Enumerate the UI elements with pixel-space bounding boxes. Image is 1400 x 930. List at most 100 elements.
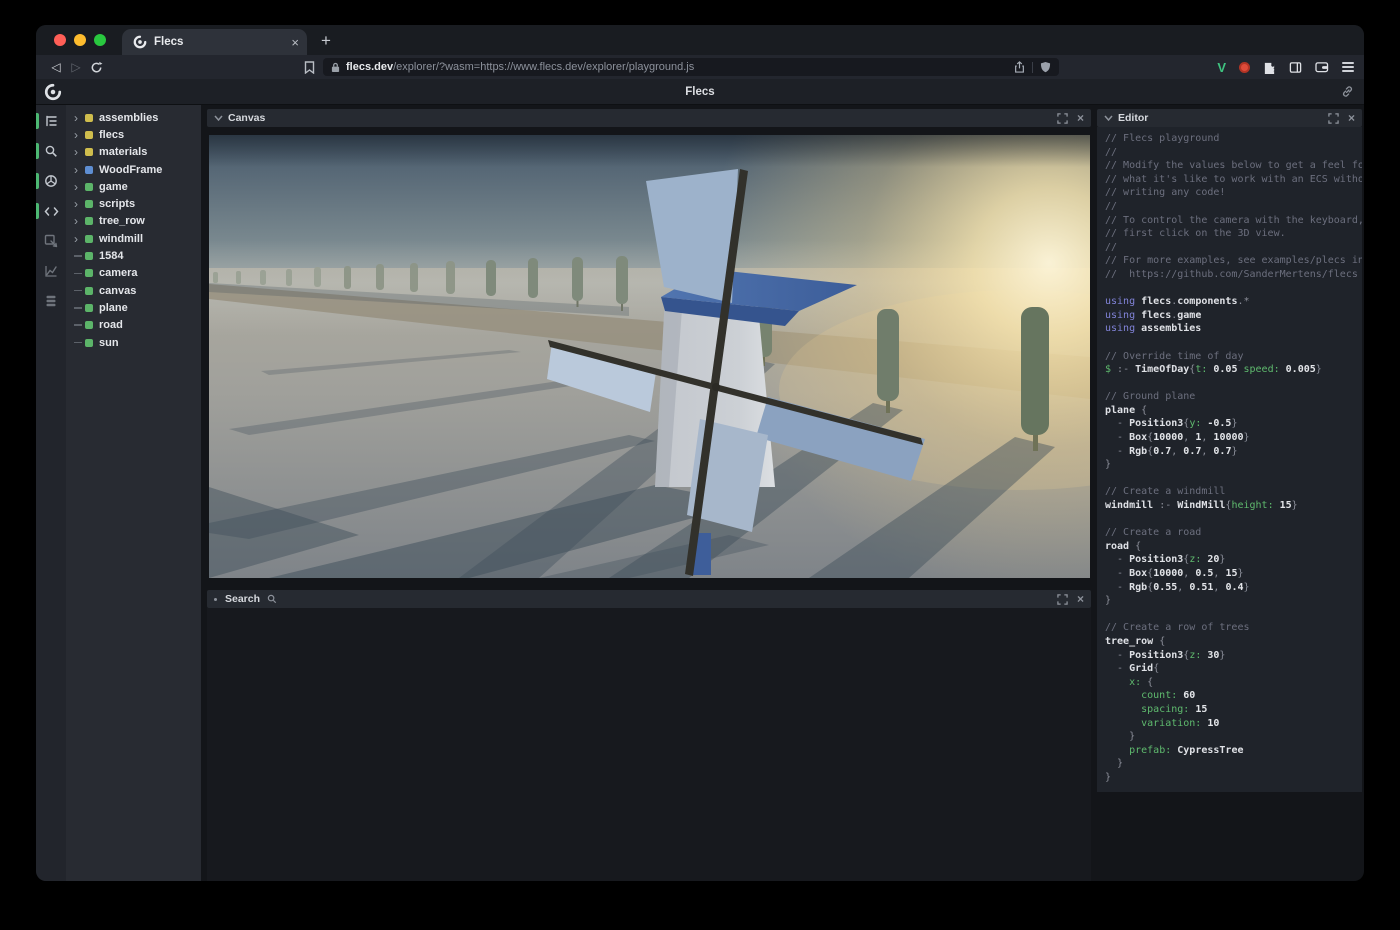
tree-item-windmill[interactable]: ›windmill [66,230,201,247]
close-icon[interactable]: × [1077,112,1084,124]
search-panel-header[interactable]: Search × [207,590,1091,608]
tab-close-icon[interactable]: × [291,36,299,49]
new-tab-button[interactable]: + [321,31,331,51]
code-line: count: 60 [1105,689,1362,703]
active-indicator [36,113,39,129]
tab-title: Flecs [154,36,284,48]
tree-outliner-icon[interactable] [36,110,66,132]
fullscreen-icon[interactable] [1328,113,1339,124]
tree-item-scripts[interactable]: ›scripts [66,195,201,212]
tree-item-label: road [99,319,123,331]
fullscreen-icon[interactable] [1057,594,1068,605]
canvas-3d-scene[interactable] [209,135,1090,578]
bookmark-icon[interactable] [304,61,315,74]
tree-item-1584[interactable]: 1584 [66,247,201,264]
tree-item-sun[interactable]: sun [66,334,201,351]
minimize-window-button[interactable] [74,34,86,46]
chevron-down-icon[interactable] [1104,114,1113,122]
entity-color-swatch [85,131,93,139]
leaf-dash-icon [74,273,85,275]
code-line: - Position3{z: 30} [1105,649,1362,663]
code-line: // writing any code! [1105,186,1362,200]
code-line: using flecs.components.* [1105,295,1362,309]
expand-arrow-icon[interactable]: › [74,129,85,141]
tree-item-flecs[interactable]: ›flecs [66,126,201,143]
stats-chart-icon[interactable] [36,260,66,282]
expand-arrow-icon[interactable]: › [74,112,85,124]
tree-item-label: plane [99,302,128,314]
tree-item-tree_row[interactable]: ›tree_row [66,213,201,230]
zoom-window-button[interactable] [94,34,106,46]
expand-arrow-icon[interactable]: › [74,181,85,193]
entity-color-swatch [85,252,93,260]
code-line: - Rgb{0.7, 0.7, 0.7} [1105,445,1362,459]
chevron-down-icon[interactable] [214,114,223,122]
tree-item-label: materials [99,146,147,158]
expand-arrow-icon[interactable]: › [74,215,85,227]
code-line: // Create a windmill [1105,485,1362,499]
inspector-icon[interactable] [36,230,66,252]
code-editor[interactable]: // Flecs playground//// Modify the value… [1097,127,1362,792]
red-extension-icon[interactable] [1239,62,1250,73]
expand-arrow-icon[interactable]: › [74,146,85,158]
tree-item-camera[interactable]: camera [66,265,201,282]
sidebar-icon[interactable] [1289,61,1302,74]
search-panel-actions: × [1057,593,1084,605]
data-tables-icon[interactable] [36,290,66,312]
canvas-panel-body [207,127,1091,578]
code-line: // [1105,146,1362,160]
extensions-puzzle-icon[interactable] [1263,61,1276,74]
tree-item-canvas[interactable]: canvas [66,282,201,299]
expand-arrow-icon[interactable]: › [74,164,85,176]
code-line: // first click on the 3D view. [1105,227,1362,241]
flecs-favicon-icon [133,35,147,49]
tree-item-materials[interactable]: › materials [66,144,201,161]
code-line [1105,608,1362,622]
search-queries-icon[interactable] [36,140,66,162]
lock-icon [331,62,340,73]
close-icon[interactable]: × [1348,112,1355,124]
url-text: flecs.dev/explorer/?wasm=https://www.fle… [346,61,694,73]
canvas-3d-icon[interactable] [36,170,66,192]
center-column: Canvas × [207,109,1091,881]
code-script-icon[interactable] [36,200,66,222]
canvas-panel-header[interactable]: Canvas × [207,109,1091,127]
tab-flecs[interactable]: Flecs × [122,29,307,55]
permalink-icon[interactable] [1341,85,1354,98]
leaf-dash-icon [74,290,85,292]
app-header: Flecs [36,79,1364,105]
fullscreen-icon[interactable] [1057,113,1068,124]
close-window-button[interactable] [54,34,66,46]
menu-icon[interactable] [1342,62,1354,72]
code-line: // Modify the values below to get a feel… [1105,159,1362,173]
forward-button[interactable]: ▷ [66,60,86,74]
close-icon[interactable]: × [1077,593,1084,605]
addressbar-actions [1014,61,1051,73]
editor-panel-header[interactable]: Editor × [1097,109,1362,127]
search-panel-title: Search [225,593,260,605]
browser-toolbar: ◁ ▷ flecs.dev/explorer/?wasm=https://www… [36,55,1364,79]
editor-column: Editor × // Flecs playground//// Modify … [1097,109,1362,881]
search-panel-body[interactable] [207,608,1091,881]
tree-item-WoodFrame[interactable]: ›WoodFrame [66,161,201,178]
code-line: road { [1105,540,1362,554]
entity-color-swatch [85,321,93,329]
back-button[interactable]: ◁ [46,60,66,74]
vue-devtools-icon[interactable]: V [1217,60,1226,75]
share-icon[interactable] [1014,61,1025,73]
tree-item-plane[interactable]: plane [66,299,201,316]
expand-arrow-icon[interactable]: › [74,198,85,210]
shield-icon[interactable] [1040,61,1051,73]
tree-item-road[interactable]: road [66,317,201,334]
reload-button[interactable] [86,61,106,74]
tree-item-game[interactable]: ›game [66,178,201,195]
code-line: - Box{10000, 1, 10000} [1105,431,1362,445]
expand-arrow-icon[interactable]: › [74,233,85,245]
divider [1032,62,1033,73]
tree-item-assemblies[interactable]: ›assemblies [66,109,201,126]
wallet-icon[interactable] [1315,61,1329,73]
code-line: // [1105,200,1362,214]
code-line: tree_row { [1105,635,1362,649]
browser-window: Flecs × + ◁ ▷ flecs.dev/explorer/?wasm=h… [36,25,1364,881]
address-bar[interactable]: flecs.dev/explorer/?wasm=https://www.fle… [323,58,1059,76]
